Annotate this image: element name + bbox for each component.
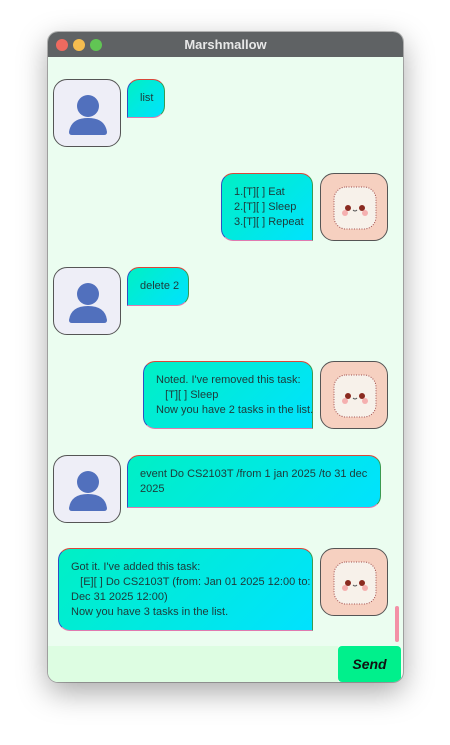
marshmallow-icon — [333, 186, 377, 230]
close-window-button[interactable] — [56, 39, 68, 51]
user-avatar — [53, 455, 121, 523]
user-icon — [69, 95, 107, 135]
user-icon — [69, 283, 107, 323]
user-message: delete 2 — [127, 267, 189, 306]
user-avatar — [53, 267, 121, 335]
bot-message: Got it. I've added this task: [E][ ] Do … — [58, 548, 313, 631]
bot-avatar — [320, 361, 388, 429]
marshmallow-icon — [333, 561, 377, 605]
title-bar: Marshmallow — [48, 32, 403, 57]
user-message: event Do CS2103T /from 1 jan 2025 /to 31… — [127, 455, 381, 508]
user-icon — [69, 471, 107, 511]
bot-avatar — [320, 173, 388, 241]
bot-message: 1.[T][ ] Eat 2.[T][ ] Sleep 3.[T][ ] Rep… — [221, 173, 313, 241]
minimize-window-button[interactable] — [73, 39, 85, 51]
user-message: list — [127, 79, 165, 118]
maximize-window-button[interactable] — [90, 39, 102, 51]
send-button[interactable]: Send — [338, 646, 401, 682]
window-title: Marshmallow — [184, 37, 267, 52]
message-input[interactable] — [48, 646, 338, 682]
chat-scroll-pane[interactable]: list 1.[T][ ] Eat 2.[T][ ] Sleep 3.[T][ … — [48, 57, 403, 646]
scrollbar-thumb[interactable] — [395, 606, 399, 642]
user-avatar — [53, 79, 121, 147]
marshmallow-icon — [333, 374, 377, 418]
bot-message: Noted. I've removed this task: [T][ ] Sl… — [143, 361, 313, 429]
app-window: Marshmallow list 1.[T][ ] Eat 2.[T][ ] S… — [48, 32, 403, 682]
bot-avatar — [320, 548, 388, 616]
